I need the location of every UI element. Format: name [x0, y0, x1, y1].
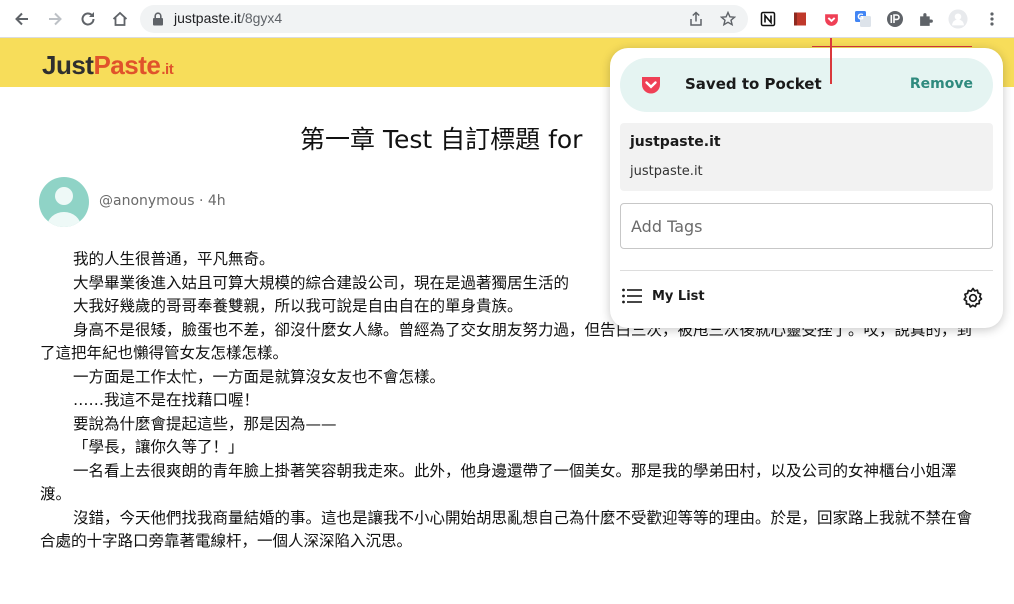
author-avatar	[39, 177, 89, 227]
pocket-logo-icon	[642, 77, 660, 94]
page-title: 第一章 Test 自訂標題 for	[300, 125, 583, 154]
svg-text:G: G	[857, 13, 864, 22]
default-avatar-icon	[47, 187, 81, 227]
pocket-pointer-edge	[812, 46, 972, 47]
saved-banner: Saved to Pocket Remove	[620, 58, 993, 112]
article-paragraph: 一名看上去很爽朗的青年臉上掛著笑容朝我走來。此外，他身邊還帶了一個美女。那是我的…	[40, 461, 957, 504]
kebab-menu-icon	[990, 12, 994, 26]
panel-divider	[620, 270, 993, 271]
forward-button[interactable]	[43, 7, 67, 31]
ip-address-icon	[887, 11, 903, 27]
red-book-icon	[794, 12, 806, 26]
google-translate-icon: G	[855, 11, 871, 27]
address-bar[interactable]: justpaste.it/8gyx4	[140, 5, 748, 33]
pocket-icon	[824, 13, 838, 26]
saved-item-card[interactable]: justpaste.it justpaste.it	[620, 123, 993, 191]
lock-icon	[153, 12, 163, 26]
book-extension-button[interactable]	[790, 9, 810, 29]
reload-icon	[81, 12, 95, 26]
my-list-link[interactable]: My List	[622, 288, 705, 304]
browser-menu-button[interactable]	[982, 9, 1002, 29]
pocket-extension-button[interactable]	[821, 9, 841, 29]
list-icon	[622, 288, 642, 304]
profile-button[interactable]	[948, 9, 968, 29]
pocket-popup: Saved to Pocket Remove justpaste.it just…	[610, 48, 1003, 328]
back-arrow-icon	[15, 12, 28, 26]
notion-extension-button[interactable]	[758, 9, 778, 29]
home-icon	[112, 11, 128, 26]
article-paragraph: 一方面是工作太忙，一方面是就算沒女友也不會怎樣。	[73, 367, 446, 386]
profile-avatar-icon	[948, 9, 968, 29]
my-list-label: My List	[652, 288, 705, 304]
article-paragraph: 沒錯，今天他們找我商量結婚的事。這也是讓我不小心開始胡思亂想自己為什麼不受歡迎等…	[40, 508, 973, 551]
translate-extension-button[interactable]: G	[853, 9, 873, 29]
author-meta: @anonymous · 4h	[99, 193, 226, 209]
saved-item-domain: justpaste.it	[630, 164, 703, 179]
reload-button[interactable]	[76, 7, 100, 31]
article-paragraph: 「學長，讓你久等了！」	[73, 438, 244, 456]
saved-item-title: justpaste.it	[630, 134, 721, 150]
saved-status-text: Saved to Pocket	[685, 75, 822, 93]
forward-arrow-icon	[49, 12, 62, 26]
remove-button[interactable]: Remove	[910, 76, 973, 92]
address-url: justpaste.it/8gyx4	[174, 10, 283, 26]
notion-icon	[760, 11, 776, 27]
pocket-pointer-line	[830, 38, 832, 84]
article-paragraph: 要說為什麼會提起這些，那是因為——	[73, 414, 337, 433]
add-tags-input[interactable]	[620, 203, 993, 249]
back-button[interactable]	[10, 7, 34, 31]
browser-toolbar: justpaste.it/8gyx4 G	[0, 0, 1014, 38]
puzzle-piece-icon	[919, 12, 933, 26]
share-icon[interactable]	[688, 11, 704, 27]
article-paragraph: ……我這不是在找藉口喔！	[73, 391, 260, 409]
ip-extension-button[interactable]	[885, 9, 905, 29]
justpaste-logo[interactable]: JustPaste.it	[42, 50, 174, 81]
extensions-button[interactable]	[916, 9, 936, 29]
settings-gear-icon[interactable]	[961, 286, 985, 310]
home-button[interactable]	[108, 7, 132, 31]
bookmark-star-icon[interactable]	[720, 11, 736, 27]
